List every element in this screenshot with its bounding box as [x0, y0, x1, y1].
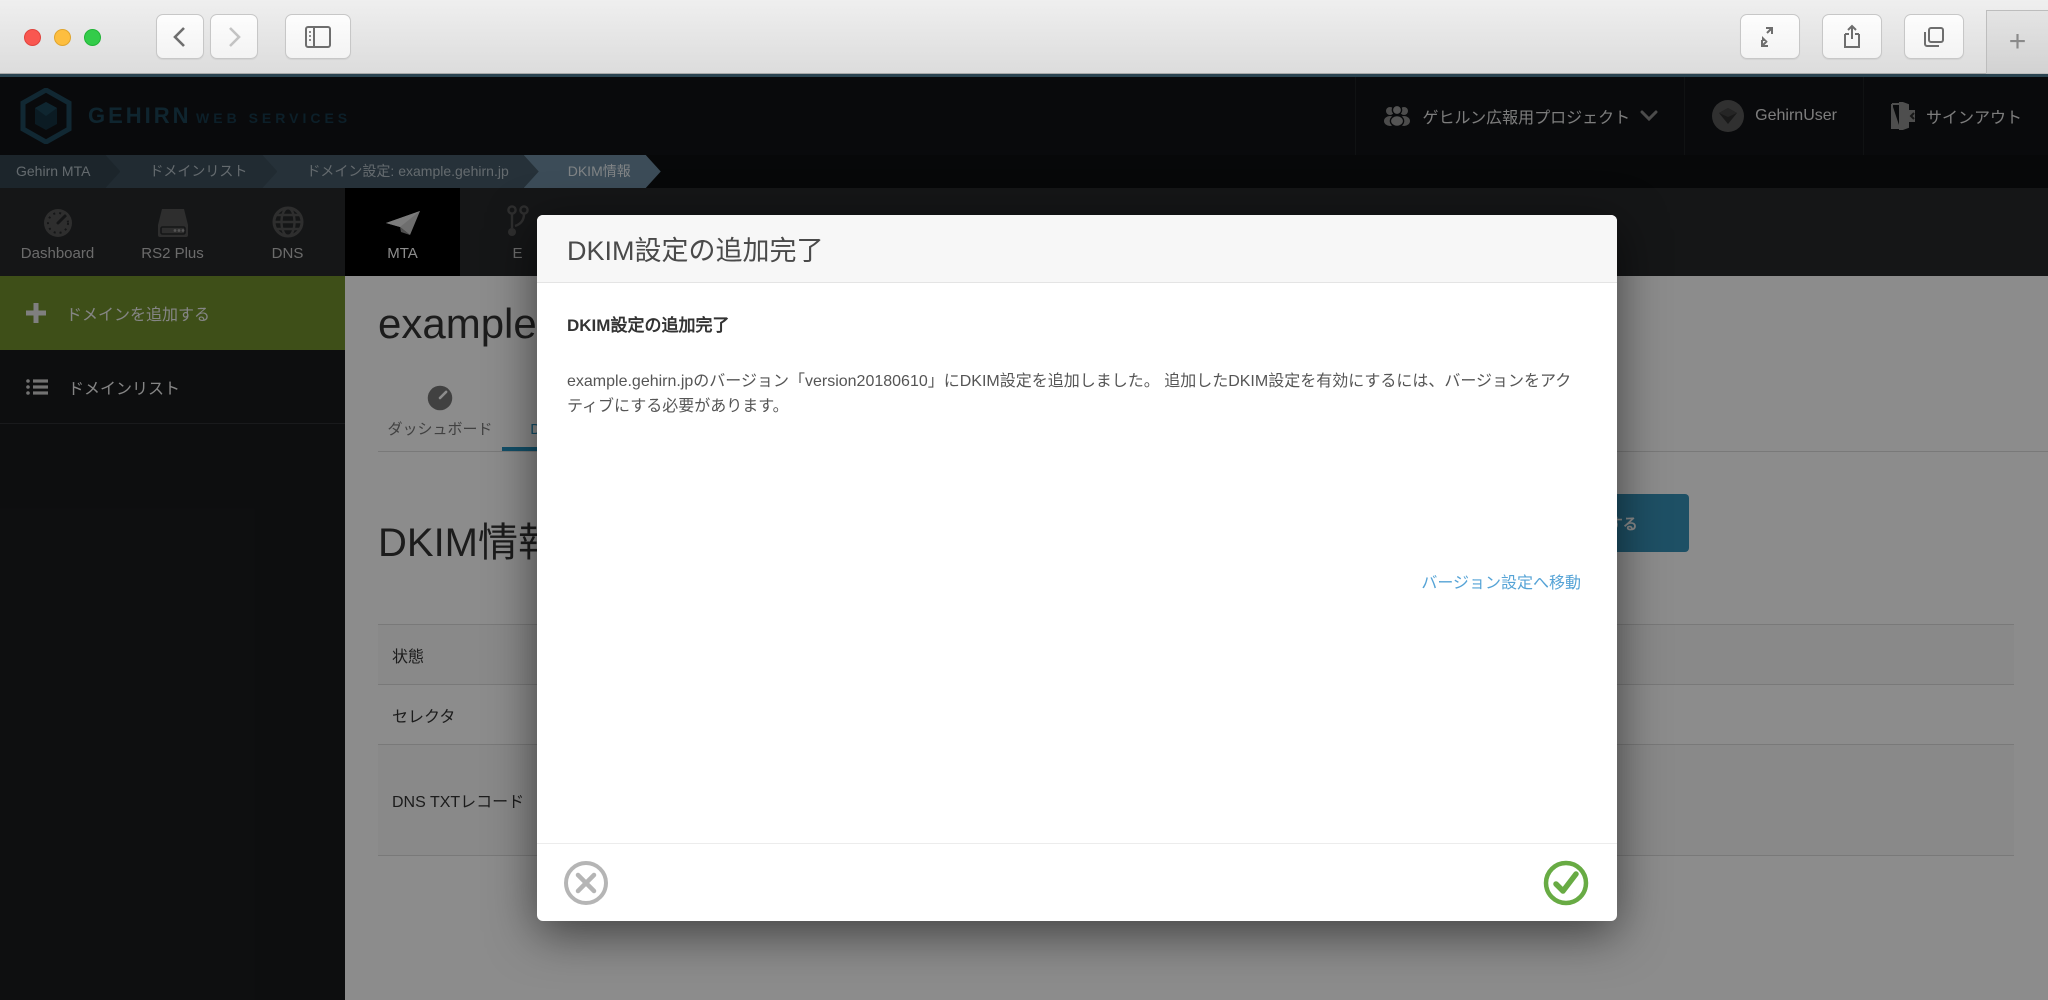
share-button[interactable]: [1822, 14, 1882, 59]
new-tab-button[interactable]: +: [1986, 10, 2048, 74]
show-tabs-button[interactable]: [1904, 14, 1964, 59]
modal-title: DKIM設定の追加完了: [537, 215, 1617, 283]
modal-body-text: example.gehirn.jpのバージョン「version20180610」…: [567, 373, 1572, 415]
expand-arrows-icon: [1761, 26, 1773, 47]
dkim-complete-modal: DKIM設定の追加完了 DKIM設定の追加完了 example.gehirn.j…: [537, 215, 1617, 921]
minimize-window-button[interactable]: [54, 29, 71, 46]
chevron-right-icon: [229, 26, 241, 47]
fullscreen-button[interactable]: [1740, 14, 1800, 59]
modal-body: DKIM設定の追加完了 example.gehirn.jpのバージョン「vers…: [537, 283, 1617, 843]
modal-footer: [537, 843, 1617, 921]
share-icon: [1844, 24, 1860, 48]
plus-glyph: +: [2008, 25, 2027, 58]
back-button[interactable]: [156, 14, 204, 59]
web-page: GEHIRN WEB SERVICES ゲヒルン広報用プロジェクト Gehirn…: [0, 74, 2048, 1000]
chevron-left-icon: [173, 26, 185, 47]
window-controls: [24, 29, 101, 46]
forward-button[interactable]: [210, 14, 258, 59]
goto-version-settings-link[interactable]: バージョン設定へ移動: [1421, 569, 1581, 593]
modal-body-heading: DKIM設定の追加完了: [567, 316, 730, 335]
check-circle-icon[interactable]: [1543, 860, 1589, 906]
sidebar-panel-icon: [305, 25, 331, 48]
browser-chrome: +: [0, 0, 2048, 74]
close-window-button[interactable]: [24, 29, 41, 46]
zoom-window-button[interactable]: [84, 29, 101, 46]
screenshot: + GEHIRN WEB SERVICES ゲヒルン広報用プロジェクト Gehi…: [0, 0, 2048, 1000]
overlapping-squares-icon: [1924, 26, 1944, 47]
x-circle-icon[interactable]: [563, 860, 609, 906]
sidebar-toggle-button[interactable]: [285, 14, 351, 59]
